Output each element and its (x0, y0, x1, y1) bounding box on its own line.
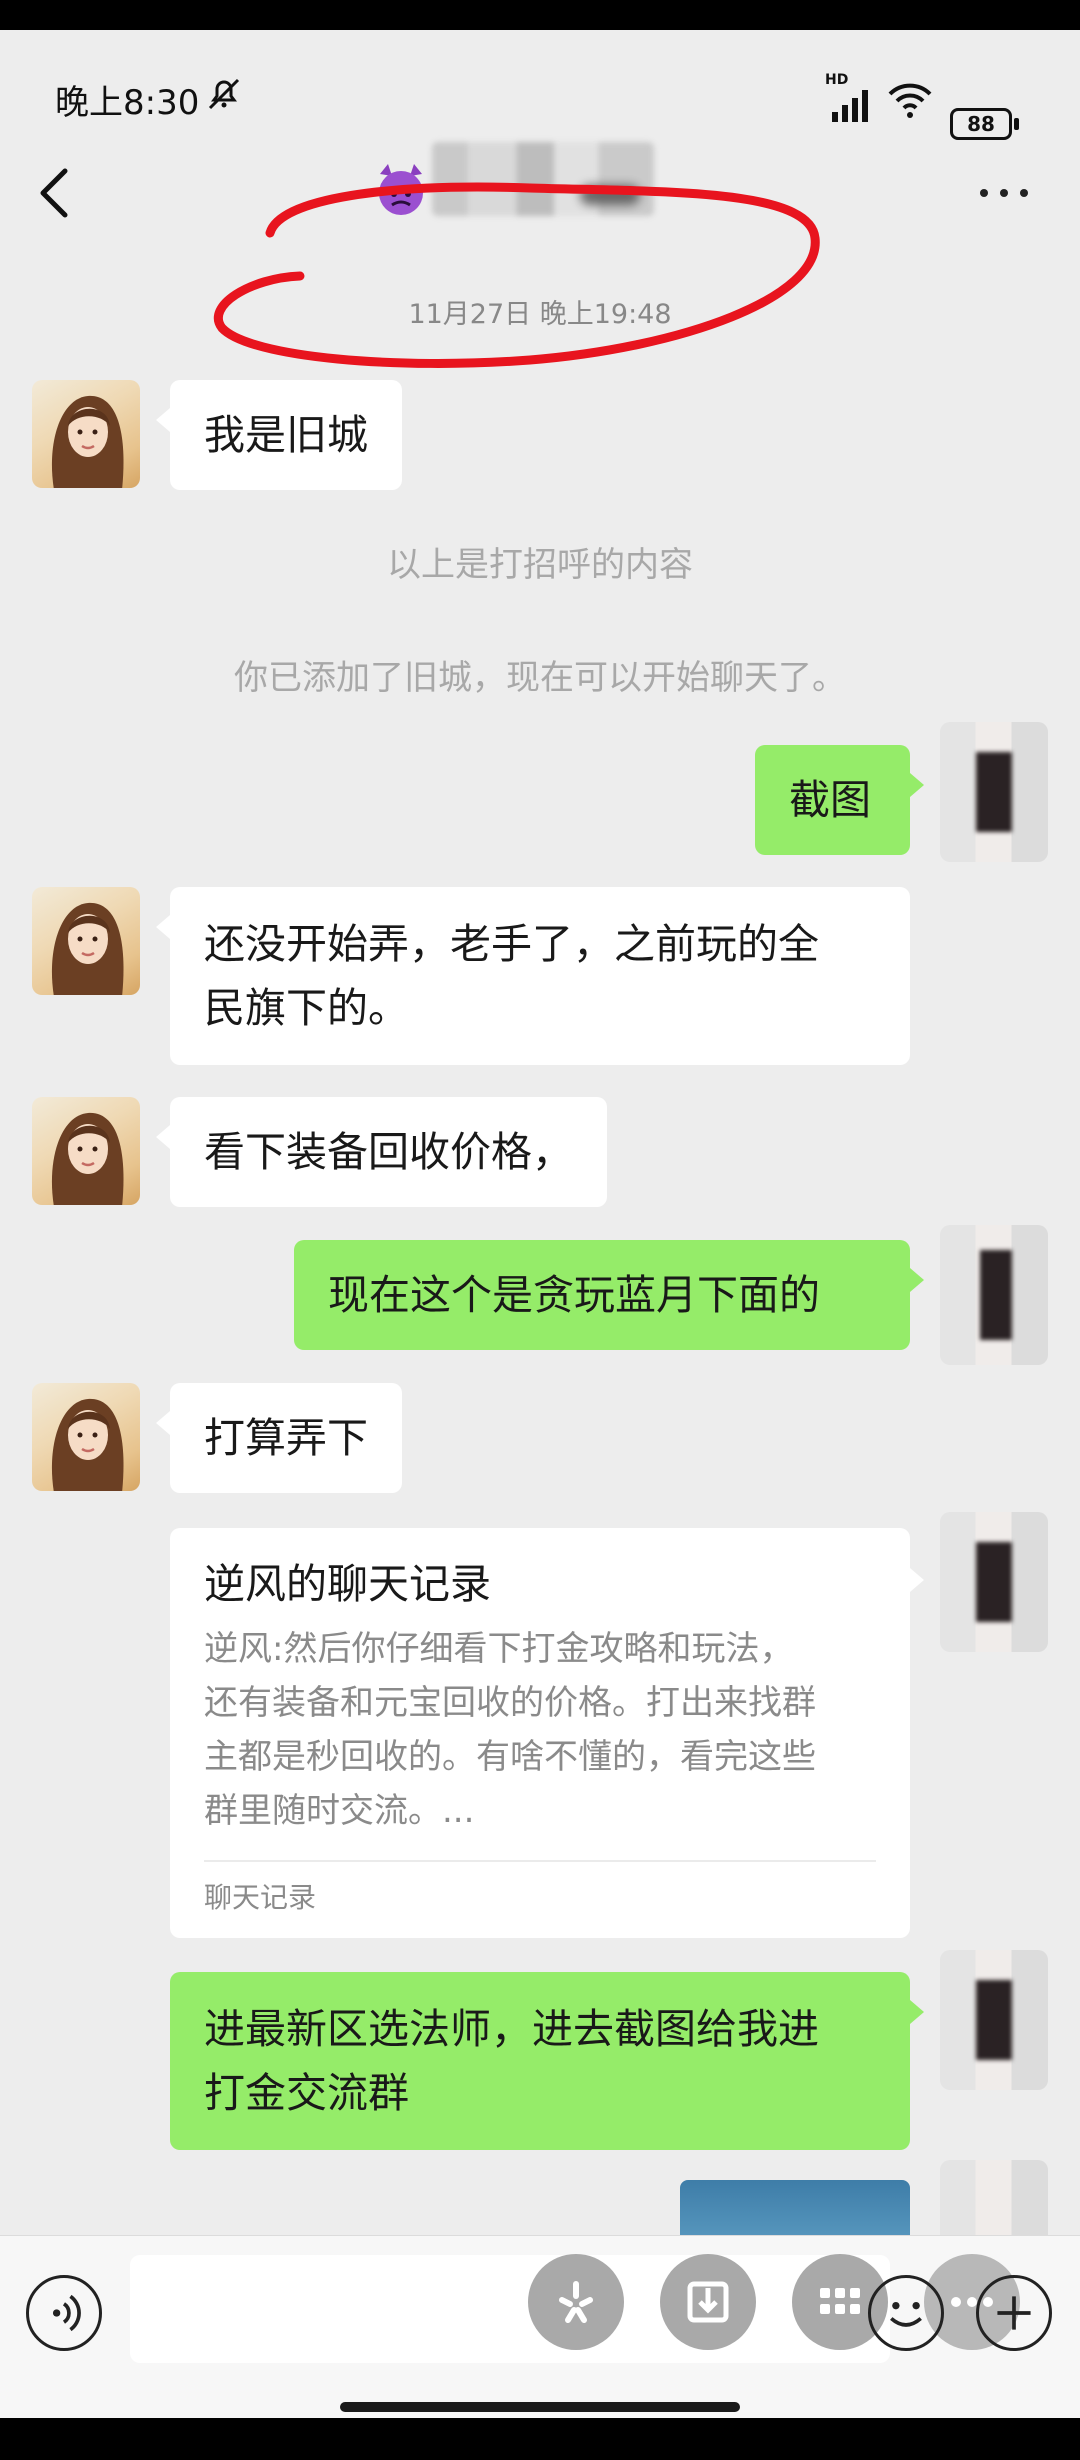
avatar-contact[interactable] (32, 1097, 140, 1205)
message-text-line2: 打金交流群 (204, 2069, 409, 2117)
chat-record-line: 逆风:然后你仔细看下打金攻略和玩法， (204, 1629, 794, 1669)
message-bubble-incoming[interactable]: 还没开始弄，老手了，之前玩的全 民旗下的。 (156, 887, 910, 1065)
avatar-contact[interactable] (32, 887, 140, 995)
more-icon[interactable] (974, 183, 1034, 203)
avatar-self[interactable] (940, 1950, 1048, 2090)
avatar-self[interactable] (940, 1225, 1048, 1365)
avatar-self-pixel (976, 1542, 1012, 1622)
chat-record-line: 主都是秒回收的。有啥不懂的，看完这些 (204, 1737, 816, 1777)
message-bubble-incoming[interactable]: 打算弄下 (156, 1383, 402, 1493)
message-text-line1: 进最新区选法师，进去截图给我进 (204, 2005, 819, 2053)
avatar-contact[interactable] (32, 380, 140, 488)
avatar-illustration (51, 395, 124, 488)
message-text-line2: 民旗下的。 (204, 984, 409, 1032)
floating-download-button[interactable] (660, 2254, 756, 2350)
chat-record-footer: 聊天记录 (204, 1881, 317, 1914)
chat-record-card[interactable]: 逆风的聊天记录 逆风:然后你仔细看下打金攻略和玩法， 还有装备和元宝回收的价格。… (170, 1528, 924, 1938)
plus-icon[interactable] (976, 2275, 1052, 2351)
emoji-icon[interactable] (868, 2275, 944, 2351)
avatar-illustration (51, 902, 124, 995)
avatar-illustration (51, 1112, 124, 1205)
mute-icon (208, 78, 240, 110)
message-bubble-outgoing[interactable]: 现在这个是贪玩蓝月下面的 (294, 1240, 924, 1350)
message-input[interactable] (130, 2255, 890, 2363)
message-text: 打算弄下 (204, 1414, 368, 1462)
chat-record-line: 群里随时交流。... (204, 1791, 475, 1831)
devil-emoji-icon (379, 164, 423, 215)
avatar-self-pixel (976, 752, 1012, 832)
top-frame (0, 0, 1080, 30)
chat-record-summary: 逆风:然后你仔细看下打金攻略和玩法， 还有装备和元宝回收的价格。打出来找群 主都… (204, 1622, 876, 1838)
avatar-illustration (51, 1398, 124, 1491)
battery-tip (1014, 118, 1019, 130)
avatar-self-pixel (980, 1250, 1012, 1340)
message-bubble-outgoing[interactable]: 截图 (755, 745, 924, 855)
status-bar: 晚上8:30 HD 88 (0, 30, 1080, 160)
card-divider (204, 1860, 876, 1862)
hd-label: HD (825, 72, 849, 88)
message-text-line1: 还没开始弄，老手了，之前玩的全 (204, 920, 819, 968)
voice-icon[interactable] (26, 2275, 102, 2351)
message-text: 现在这个是贪玩蓝月下面的 (328, 1271, 820, 1319)
avatar-self[interactable] (940, 722, 1048, 862)
greeting-note: 以上是打招呼的内容 (387, 545, 693, 585)
battery-icon: 88 (950, 108, 1012, 140)
message-bubble-outgoing[interactable]: 进最新区选法师，进去截图给我进 打金交流群 (170, 1972, 924, 2150)
message-bubble-incoming[interactable]: 我是旧城 (156, 380, 402, 490)
chat-record-title: 逆风的聊天记录 (204, 1560, 491, 1608)
message-text: 看下装备回收价格， (204, 1128, 573, 1176)
chat-timestamp: 11月27日 晚上19:48 (408, 299, 672, 330)
added-friend-note: 你已添加了旧城，现在可以开始聊天了。 (234, 658, 846, 698)
spark-icon (559, 2281, 593, 2323)
message-bubble-incoming[interactable]: 看下装备回收价格， (156, 1097, 607, 1207)
avatar-self[interactable] (940, 1512, 1048, 1652)
floating-spark-button[interactable] (528, 2254, 624, 2350)
message-text: 截图 (789, 776, 871, 824)
avatar-contact[interactable] (32, 1383, 140, 1491)
signal-icon (832, 90, 868, 122)
message-text: 我是旧城 (204, 411, 368, 459)
avatar-self-pixel (976, 1980, 1012, 2060)
wifi-icon (888, 83, 932, 118)
download-icon (687, 2281, 729, 2323)
chat-record-line: 还有装备和元宝回收的价格。打出来找群 (204, 1683, 816, 1723)
status-time: 晚上8:30 (55, 83, 200, 123)
back-icon[interactable] (35, 163, 75, 223)
contact-name-obscured-tail (580, 185, 640, 205)
home-indicator[interactable] (340, 2402, 740, 2412)
bottom-frame (0, 2418, 1080, 2460)
